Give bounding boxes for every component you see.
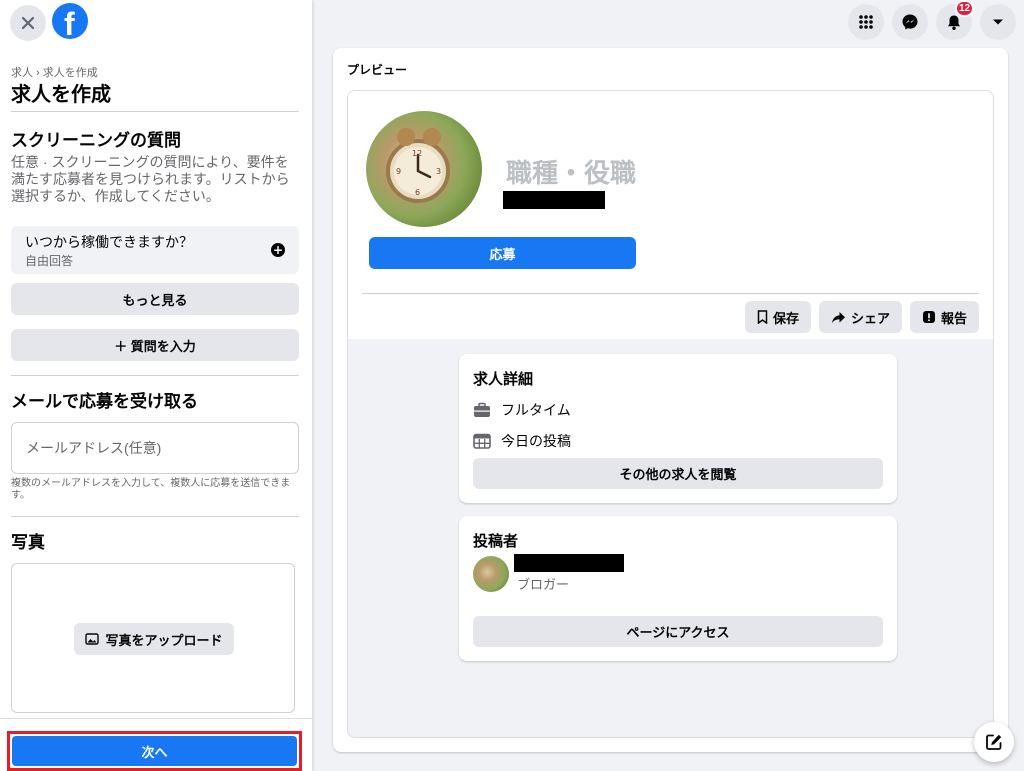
job-details-card: 求人詳細 フルタイム 今日の投稿 その他の求人を閲覧 bbox=[459, 354, 897, 503]
job-create-sidebar: f 求人 › 求人を作成 求人を作成 スクリーニングの質問 任意 · スクリーニ… bbox=[0, 0, 312, 771]
redacted-poster-name bbox=[514, 554, 624, 572]
screening-section-title: スクリーニングの質問 bbox=[11, 131, 181, 150]
divider bbox=[11, 516, 299, 517]
new-message-button[interactable] bbox=[974, 722, 1014, 762]
job-profile-photo: 12 3 6 9 bbox=[366, 111, 482, 227]
poster-card: 投稿者 ブロガー ページにアクセス bbox=[459, 516, 897, 661]
question-text: いつから稼働できますか？ bbox=[25, 234, 193, 250]
preview-panel: プレビュー 12 3 6 9 職種・役職 応募 保存 シェア 報告 求人詳細 フ… bbox=[333, 48, 1008, 752]
close-icon bbox=[21, 16, 35, 30]
menu-button[interactable] bbox=[848, 4, 884, 40]
employment-type: フルタイム bbox=[501, 402, 571, 418]
redacted-company-name bbox=[503, 191, 605, 209]
close-button[interactable] bbox=[10, 5, 46, 41]
question-type: 自由回答 bbox=[25, 254, 74, 268]
next-button-highlight: 次へ bbox=[7, 731, 302, 771]
sidebar-footer: 次へ bbox=[0, 718, 312, 771]
employment-type-row: フルタイム bbox=[473, 400, 571, 420]
photo-dropzone[interactable]: 写真をアップロード bbox=[11, 563, 295, 713]
page-title: 求人を作成 bbox=[11, 84, 111, 106]
notifications-button[interactable]: 12 bbox=[936, 0, 974, 40]
svg-text:6: 6 bbox=[415, 188, 420, 197]
svg-text:3: 3 bbox=[436, 167, 441, 176]
job-actions: 保存 シェア 報告 bbox=[744, 301, 979, 333]
share-arrow-icon bbox=[831, 311, 845, 323]
email-section-title: メールで応募を受け取る bbox=[11, 392, 198, 411]
messenger-icon bbox=[902, 14, 918, 30]
briefcase-icon bbox=[474, 402, 490, 417]
save-label: 保存 bbox=[772, 310, 799, 326]
report-icon bbox=[922, 311, 935, 323]
share-button[interactable]: シェア bbox=[818, 301, 902, 333]
facebook-logo[interactable]: f bbox=[52, 3, 88, 42]
calendar-icon bbox=[473, 433, 491, 449]
caret-down-icon bbox=[993, 19, 1003, 25]
sidebar-header: f bbox=[0, 0, 312, 46]
job-title-placeholder: 職種・役職 bbox=[506, 158, 637, 188]
poster-title: 投稿者 bbox=[473, 533, 519, 550]
posted-row: 今日の投稿 bbox=[473, 431, 571, 451]
next-button[interactable]: 次へ bbox=[12, 736, 297, 766]
email-hint: 複数のメールアドレスを入力して、複数人に応募を送信できます。 bbox=[11, 478, 291, 501]
poster-role: ブロガー bbox=[517, 577, 570, 592]
bookmark-icon bbox=[757, 310, 768, 324]
svg-text:12: 12 bbox=[412, 149, 422, 158]
photo-section-title: 写真 bbox=[11, 533, 45, 552]
posted-date: 今日の投稿 bbox=[501, 433, 571, 449]
image-icon bbox=[85, 633, 100, 645]
notification-badge: 12 bbox=[955, 0, 974, 17]
divider bbox=[362, 293, 979, 294]
apply-button[interactable]: 応募 bbox=[369, 237, 636, 269]
top-nav-icons: 12 bbox=[848, 0, 1016, 40]
visit-page-button[interactable]: ページにアクセス bbox=[473, 616, 883, 647]
job-header: 12 3 6 9 職種・役職 応募 保存 シェア 報告 bbox=[348, 91, 993, 339]
preview-label: プレビュー bbox=[347, 63, 408, 77]
browse-jobs-button[interactable]: その他の求人を閲覧 bbox=[473, 458, 883, 489]
grid-menu-icon bbox=[859, 15, 873, 29]
job-preview: 12 3 6 9 職種・役職 応募 保存 シェア 報告 求人詳細 フルタイム 今… bbox=[347, 90, 994, 738]
upload-photo-label: 写真をアップロード bbox=[105, 632, 223, 648]
plus-circle-icon[interactable]: + bbox=[271, 243, 285, 257]
job-details-title: 求人詳細 bbox=[473, 371, 534, 388]
divider bbox=[11, 375, 299, 376]
report-button[interactable]: 報告 bbox=[909, 301, 979, 333]
save-button[interactable]: 保存 bbox=[744, 301, 811, 333]
suggested-question[interactable]: いつから稼働できますか？ 自由回答 + bbox=[11, 226, 299, 274]
poster-avatar[interactable] bbox=[473, 556, 509, 592]
compose-icon bbox=[986, 734, 1002, 750]
svg-text:9: 9 bbox=[396, 167, 401, 176]
divider bbox=[11, 111, 299, 112]
report-label: 報告 bbox=[940, 310, 967, 326]
account-menu-button[interactable] bbox=[980, 4, 1016, 40]
messenger-button[interactable] bbox=[892, 4, 928, 40]
upload-photo-button[interactable]: 写真をアップロード bbox=[74, 623, 234, 655]
add-question-button[interactable]: ＋ 質問を入力 bbox=[11, 329, 299, 361]
sidebar-scroll-area[interactable]: 求人 › 求人を作成 求人を作成 スクリーニングの質問 任意 · スクリーニング… bbox=[0, 50, 312, 718]
screening-description: 任意 · スクリーニングの質問により、要件を満たす応募者を見つけられます。リスト… bbox=[11, 154, 290, 204]
email-input[interactable] bbox=[11, 422, 299, 474]
see-more-button[interactable]: もっと見る bbox=[11, 283, 299, 315]
share-label: シェア bbox=[850, 310, 890, 326]
